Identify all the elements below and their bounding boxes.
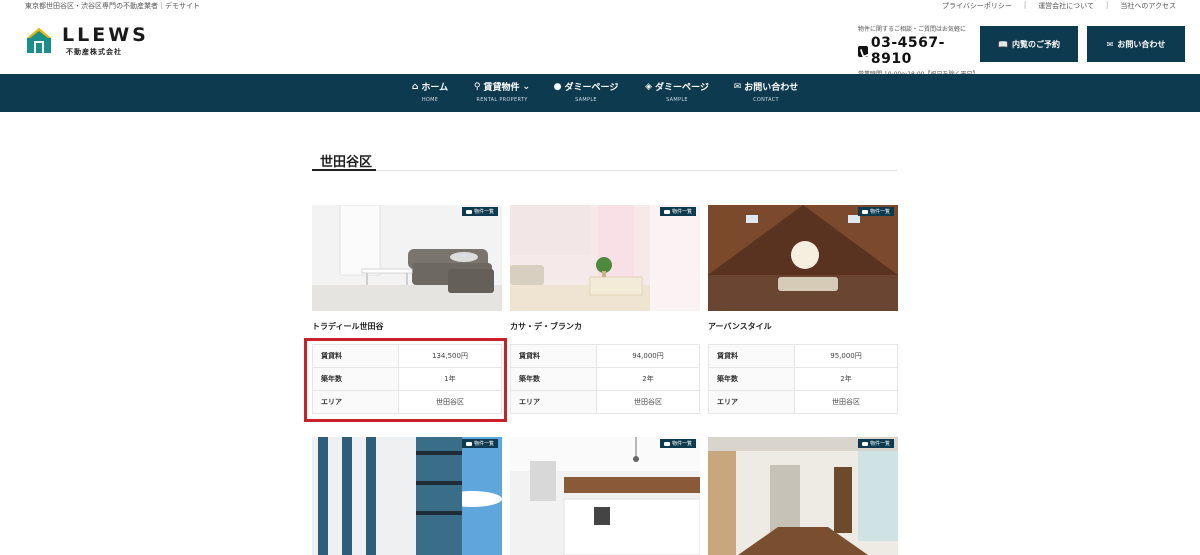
nav-label: ダミーページ <box>655 83 709 93</box>
mail-icon: ✉ <box>1106 39 1114 49</box>
site-logo[interactable]: LLEWS 不動産株式会社 <box>26 24 146 58</box>
badge-label: 物件一覧 <box>473 209 494 215</box>
badge-label: 物件一覧 <box>671 209 692 215</box>
property-photo[interactable]: 物件一覧 <box>510 205 700 311</box>
property-photo[interactable]: 物件一覧 <box>312 437 502 555</box>
category-badge[interactable]: 物件一覧 <box>857 207 894 216</box>
rent-value: 95,000円 <box>794 344 898 368</box>
folder-icon <box>861 209 868 214</box>
viewing-reservation-button[interactable]: 📖 内覧のご予約 <box>980 26 1078 62</box>
nav-sample-2[interactable]: ◈ ダミーページ SAMPLE <box>641 80 713 104</box>
badge-label: 物件一覧 <box>869 441 890 447</box>
privacy-policy-link[interactable]: プライバシーポリシー <box>930 1 1024 11</box>
phone-icon <box>858 45 868 57</box>
book-icon: 📖 <box>998 39 1008 49</box>
nav-label: ダミーページ <box>564 83 619 93</box>
pink-room-image <box>510 205 700 311</box>
search-icon: ⚲ <box>473 81 481 92</box>
rent-label: 賃貸料 <box>708 344 795 368</box>
nav-sub: HOME <box>421 97 439 103</box>
folder-icon <box>663 209 670 214</box>
kitchen-image <box>510 437 700 555</box>
nav-rental-property[interactable]: ⚲ 賃貸物件 ⌄ RENTAL PROPERTY <box>470 80 534 104</box>
home-icon: ⌂ <box>411 81 419 92</box>
rent-value: 94,000円 <box>596 344 700 368</box>
nav-sub: RENTAL PROPERTY <box>476 97 528 103</box>
property-name[interactable]: カサ・デ・ブランカ <box>510 321 700 332</box>
badge-label: 物件一覧 <box>869 209 890 215</box>
nav-sub: SAMPLE <box>666 97 688 103</box>
category-badge[interactable]: 物件一覧 <box>461 439 498 448</box>
nav-label: お問い合わせ <box>744 83 799 93</box>
area-value: 世田谷区 <box>596 390 700 414</box>
property-card[interactable]: 物件一覧 カサ・デ・ブランカ 賃貸料 94,000円 築年数 2年 エリア 世田谷区 <box>510 205 700 414</box>
age-value: 2年 <box>596 367 700 391</box>
property-details-table: 賃貸料 95,000円 築年数 2年 エリア 世田谷区 <box>708 344 898 414</box>
logo-wordmark: LLEWS <box>62 24 149 46</box>
property-name[interactable]: アーバンスタイル <box>708 321 898 332</box>
apartment-building-image <box>312 437 502 555</box>
nav-sample-1[interactable]: ● ダミーページ SAMPLE <box>550 80 622 104</box>
nav-contact[interactable]: ✉ お問い合わせ CONTACT <box>730 80 802 104</box>
folder-icon <box>465 209 472 214</box>
badge-label: 物件一覧 <box>473 441 494 447</box>
attic-room-image <box>708 205 898 311</box>
hallway-image <box>708 437 898 555</box>
age-value: 2年 <box>794 367 898 391</box>
mail-icon: ✉ <box>733 81 742 92</box>
living-room-image <box>312 205 502 311</box>
property-photo[interactable]: 物件一覧 <box>708 205 898 311</box>
logo-company-name: 不動産株式会社 <box>66 48 122 56</box>
phone-contact: 物件に関するご相談・ご質問はお気軽に 03-4567-8910 営業時間 10:… <box>858 24 979 78</box>
age-label: 築年数 <box>510 367 597 391</box>
phone-number[interactable]: 03-4567-8910 <box>871 35 974 67</box>
house-logo-icon <box>27 28 51 53</box>
property-photo[interactable]: 物件一覧 <box>510 437 700 555</box>
folder-icon <box>465 441 472 446</box>
property-card[interactable]: 物件一覧 <box>312 437 502 555</box>
contact-button[interactable]: ✉ お問い合わせ <box>1087 26 1185 62</box>
category-badge[interactable]: 物件一覧 <box>461 207 498 216</box>
folder-icon <box>861 441 868 446</box>
top-links: プライバシーポリシー | 運営会社について | 当社へのアクセス <box>930 1 1176 11</box>
divider <box>312 170 897 171</box>
rent-label: 賃貸料 <box>510 344 597 368</box>
highlight-annotation-box <box>304 338 507 422</box>
badge-label: 物件一覧 <box>671 441 692 447</box>
nav-label: 賃貸物件 <box>483 83 520 93</box>
users-icon: ● <box>553 81 562 92</box>
property-photo[interactable]: 物件一覧 <box>708 437 898 555</box>
property-photo[interactable]: 物件一覧 <box>312 205 502 311</box>
area-value: 世田谷区 <box>794 390 898 414</box>
chevron-down-icon: ⌄ <box>522 81 531 92</box>
folder-icon <box>663 441 670 446</box>
nav-label: ホーム <box>421 83 449 93</box>
access-link[interactable]: 当社へのアクセス <box>1108 1 1176 11</box>
nav-sub: SAMPLE <box>575 97 597 103</box>
area-label: エリア <box>510 390 597 414</box>
nav-home[interactable]: ⌂ ホーム HOME <box>405 80 455 104</box>
area-label: エリア <box>708 390 795 414</box>
age-label: 築年数 <box>708 367 795 391</box>
category-badge[interactable]: 物件一覧 <box>659 439 696 448</box>
nav-sub: CONTACT <box>753 97 779 103</box>
title-underline <box>312 169 376 171</box>
property-card[interactable]: 物件一覧 <box>510 437 700 555</box>
contact-note: 物件に関するご相談・ご質問はお気軽に <box>858 26 967 33</box>
layers-icon: ◈ <box>645 81 653 92</box>
property-card[interactable]: 物件一覧 アーバンスタイル 賃貸料 95,000円 築年数 2年 エリア 世田谷区 <box>708 205 898 414</box>
property-details-table: 賃貸料 94,000円 築年数 2年 エリア 世田谷区 <box>510 344 700 414</box>
category-badge[interactable]: 物件一覧 <box>857 439 894 448</box>
company-info-link[interactable]: 運営会社について <box>1026 1 1106 11</box>
property-card[interactable]: 物件一覧 <box>708 437 898 555</box>
main-nav: ⌂ ホーム HOME ⚲ 賃貸物件 ⌄ RENTAL PROPERTY ● ダミーページ… <box>0 74 1200 112</box>
section-title: 世田谷区 <box>320 155 373 170</box>
property-name[interactable]: トラディール世田谷 <box>312 321 502 332</box>
top-bar: 東京都世田谷区・渋谷区専門の不動産業者｜デモサイト プライバシーポリシー | 運… <box>0 0 1200 12</box>
site-tagline: 東京都世田谷区・渋谷区専門の不動産業者｜デモサイト <box>25 2 200 10</box>
contact-label: お問い合わせ <box>1117 39 1166 49</box>
category-badge[interactable]: 物件一覧 <box>659 207 696 216</box>
reserve-label: 内覧のご予約 <box>1011 39 1060 49</box>
